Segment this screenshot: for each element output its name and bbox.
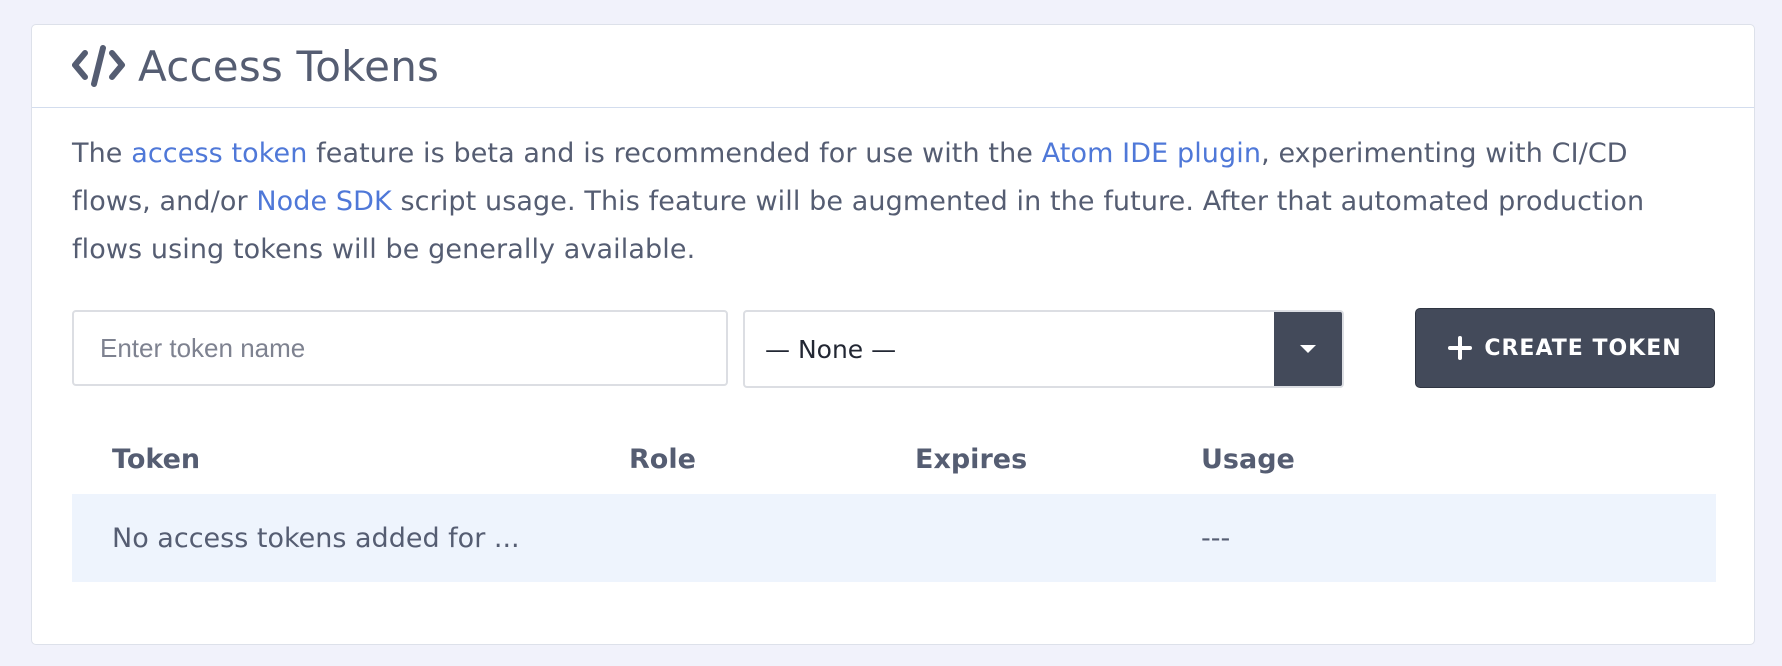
- create-token-label: CREATE TOKEN: [1484, 335, 1682, 361]
- token-cell: No access tokens added for ...: [112, 522, 520, 554]
- usage-cell: ---: [1201, 522, 1231, 554]
- column-header-expires[interactable]: Expires: [915, 444, 1201, 475]
- code-icon: [72, 44, 128, 88]
- node-sdk-link[interactable]: Node SDK: [256, 186, 391, 217]
- description-text: The: [72, 138, 132, 169]
- beta-notice: The access token feature is beta and is …: [72, 130, 1714, 274]
- atom-ide-plugin-link[interactable]: Atom IDE plugin: [1042, 138, 1261, 169]
- create-token-button[interactable]: CREATE TOKEN: [1415, 308, 1715, 388]
- access-tokens-card: Access Tokens The access token feature i…: [31, 24, 1755, 645]
- role-select[interactable]: — None —: [743, 310, 1344, 388]
- page-title: Access Tokens: [138, 41, 440, 91]
- token-name-input[interactable]: [72, 310, 728, 386]
- create-token-form: — None — CREATE TOKEN: [72, 308, 1715, 410]
- plus-icon: [1448, 336, 1473, 360]
- description-text: feature is beta and is recommended for u…: [307, 138, 1042, 169]
- role-dropdown-toggle[interactable]: [1274, 312, 1342, 386]
- table-row: No access tokens added for ... ---: [72, 494, 1716, 582]
- access-token-link[interactable]: access token: [131, 138, 307, 169]
- column-header-role[interactable]: Role: [629, 444, 915, 475]
- card-header: Access Tokens: [32, 25, 1754, 108]
- caret-down-icon: [1300, 345, 1316, 353]
- column-header-token[interactable]: Token: [72, 444, 629, 475]
- card-body: The access token feature is beta and is …: [32, 108, 1754, 582]
- role-select-value: — None —: [765, 334, 897, 364]
- table-header: Token Role Expires Usage: [72, 424, 1716, 494]
- column-header-usage[interactable]: Usage: [1201, 444, 1716, 475]
- tokens-table: Token Role Expires Usage No access token…: [72, 424, 1716, 582]
